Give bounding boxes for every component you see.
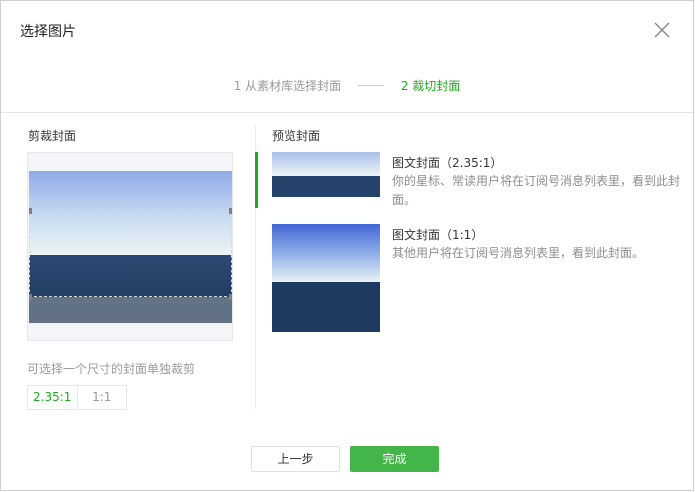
crop-hint: 可选择一个尺寸的封面单独裁剪 — [27, 362, 196, 376]
ratio-selector: 2.35:1 1:1 — [27, 385, 127, 410]
step-connector — [358, 85, 384, 86]
active-preview-indicator — [255, 152, 258, 208]
crop-canvas — [27, 152, 233, 341]
crop-panel-label: 剪裁封面 — [28, 129, 77, 143]
preview-panel-label: 预览封面 — [272, 129, 321, 143]
header-divider — [1, 112, 693, 113]
preview-thumb-square[interactable] — [272, 224, 380, 332]
crop-handle-bottom-right[interactable] — [229, 294, 232, 300]
preview-thumb-wide[interactable] — [272, 152, 380, 197]
crop-handle-top-right[interactable] — [229, 208, 232, 214]
crop-source-image — [29, 171, 232, 323]
crop-selection-box[interactable] — [29, 208, 232, 300]
preview-desc-wide: 你的星标、常读用户将在订阅号消息列表里，看到此封面。 — [392, 174, 681, 207]
step-indicator: 1 从素材库选择封面 2 裁切封面 — [1, 77, 693, 94]
previous-step-button[interactable]: 上一步 — [251, 446, 340, 472]
preview-title-square: 图文封面（1:1） — [392, 228, 484, 242]
ratio-2-35-1-button[interactable]: 2.35:1 — [28, 386, 78, 409]
ratio-1-1-button[interactable]: 1:1 — [78, 386, 127, 409]
step-1: 1 从素材库选择封面 — [233, 79, 342, 93]
crop-handle-top-left[interactable] — [29, 208, 32, 214]
select-image-dialog: 选择图片 1 从素材库选择封面 2 裁切封面 剪裁封面 可选择一个尺寸的封面单独… — [0, 0, 694, 491]
step-2: 2 裁切封面 — [400, 79, 461, 93]
crop-handle-bottom-left[interactable] — [29, 294, 32, 300]
done-button[interactable]: 完成 — [350, 446, 439, 472]
preview-title-wide: 图文封面（2.35:1） — [392, 156, 503, 170]
dialog-title: 选择图片 — [20, 24, 76, 40]
dialog-header: 选择图片 — [1, 1, 693, 59]
preview-desc-square: 其他用户将在订阅号消息列表里，看到此封面。 — [392, 246, 645, 260]
close-icon[interactable] — [652, 20, 672, 40]
